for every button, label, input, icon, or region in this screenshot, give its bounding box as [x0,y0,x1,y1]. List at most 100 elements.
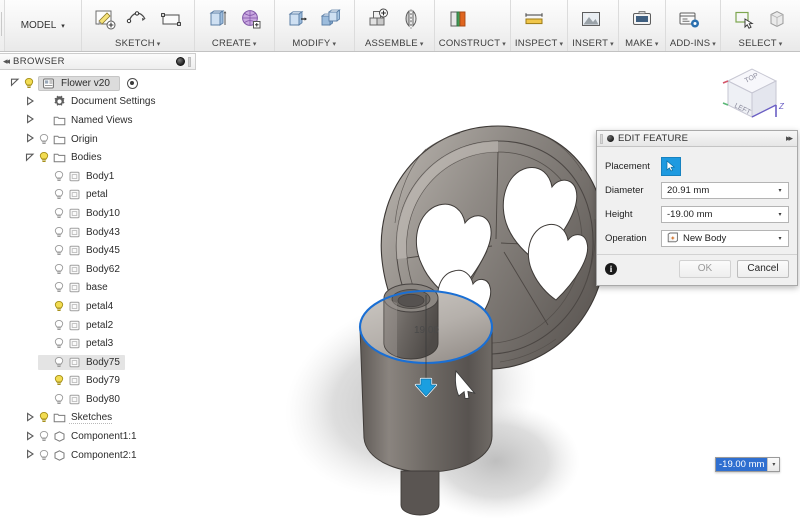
visibility-bulb-icon[interactable] [53,393,65,406]
tree-item-body75[interactable]: Body75 [0,353,196,372]
mirror-icon[interactable] [396,4,426,34]
tree-item-body62[interactable]: Body62 [0,260,196,279]
tree-item-petal2[interactable]: petal2 [0,316,196,335]
visibility-bulb-icon[interactable] [38,133,50,146]
browser-resize-grip[interactable] [188,57,191,67]
create-sketch-icon[interactable] [90,4,120,34]
tree-expander-icon[interactable] [25,114,35,126]
tree-item-body80[interactable]: Body80 [0,390,196,409]
ribbon-group-label-addins[interactable]: ADD-INS▾ [670,37,716,51]
tree-item-body45[interactable]: Body45 [0,241,196,260]
view-cube[interactable]: TOP LEFT Z [714,59,788,129]
ribbon-group-label-create[interactable]: CREATE▾ [199,37,270,51]
visibility-bulb-icon[interactable] [53,374,65,387]
tree-item-petal[interactable]: petal [0,186,196,205]
construct-plane-icon[interactable] [443,4,473,34]
tree-item-body10[interactable]: Body10 [0,204,196,223]
tree-item-petal3[interactable]: petal3 [0,334,196,353]
workspace-selector[interactable]: MODEL ▾ [5,0,82,51]
visibility-bulb-icon[interactable] [53,337,65,350]
tree-item-origin[interactable]: Origin [0,130,196,149]
combine-icon[interactable] [316,4,346,34]
ok-button[interactable]: OK [679,260,731,278]
dialog-title-bar[interactable]: EDIT FEATURE ▸▸ [597,131,797,147]
dialog-expand-icon[interactable]: ▸▸ [786,133,793,144]
edit-feature-dialog[interactable]: EDIT FEATURE ▸▸ Placement Diameter 20.91… [596,130,798,286]
canvas-viewport[interactable]: 19.00 [196,53,800,532]
visibility-bulb-icon[interactable] [38,449,50,462]
form-mesh-icon[interactable] [236,4,266,34]
visibility-bulb-icon[interactable] [53,188,65,201]
model-3d-render[interactable]: 19.00 [196,53,800,532]
tree-item-body79[interactable]: Body79 [0,372,196,391]
tree-item-component1[interactable]: Component1:1 [0,427,196,446]
visibility-bulb-icon[interactable] [53,170,65,183]
chevron-down-icon[interactable]: ▾ [767,458,779,471]
tree-item-root[interactable]: Flower v20 [0,74,196,93]
tree-item-body1[interactable]: Body1 [0,167,196,186]
tree-item-component2[interactable]: Component2:1 [0,446,196,465]
extrude-icon[interactable] [203,4,233,34]
dialog-menu-icon[interactable] [607,135,614,142]
make-3d-print-icon[interactable] [627,4,657,34]
tree-expander-icon[interactable] [25,412,35,424]
ribbon-group-label-insert[interactable]: INSERT▾ [572,37,614,51]
height-input[interactable]: -19.00 mm ▾ [661,206,789,223]
tree-expander-icon[interactable] [25,152,35,164]
ribbon-group-label-select[interactable]: SELECT▾ [725,37,796,51]
ribbon-group-label-make[interactable]: MAKE▾ [623,37,661,51]
sketch-rectangle-icon[interactable] [156,4,186,34]
activate-component-icon[interactable] [127,78,138,89]
collapse-panel-icon[interactable]: ◂◂ [3,56,8,67]
diameter-input[interactable]: 20.91 mm ▾ [661,182,789,199]
tree-item-bodies[interactable]: Bodies [0,148,196,167]
visibility-bulb-icon[interactable] [53,319,65,332]
visibility-bulb-icon[interactable] [38,411,50,424]
ribbon-group-label-assemble[interactable]: ASSEMBLE▾ [359,37,430,51]
browser-options-icon[interactable] [176,57,185,66]
select-body-icon[interactable] [762,4,792,34]
visibility-bulb-icon[interactable] [53,281,65,294]
root-node-chip[interactable]: Flower v20 [38,76,120,91]
visibility-bulb-icon[interactable] [53,263,65,276]
tree-item-petal4[interactable]: petal4 [0,297,196,316]
sketch-spline-icon[interactable] [123,4,153,34]
visibility-bulb-icon[interactable] [53,226,65,239]
chevron-down-icon[interactable]: ▾ [774,211,786,218]
info-icon[interactable]: i [605,263,617,275]
chevron-down-icon[interactable]: ▾ [774,187,786,194]
visibility-bulb-icon[interactable] [53,300,65,313]
ribbon-group-label-inspect[interactable]: INSPECT▾ [515,37,563,51]
measure-icon[interactable] [519,4,549,34]
visibility-bulb-icon[interactable] [53,244,65,257]
visibility-bulb-icon[interactable] [23,77,35,90]
dialog-drag-grip[interactable] [600,134,603,144]
operation-select[interactable]: New Body ▾ [661,230,789,247]
select-window-icon[interactable] [729,4,759,34]
tree-expander-icon[interactable] [10,77,20,89]
ribbon-group-label-modify[interactable]: MODIFY▾ [279,37,350,51]
cancel-button[interactable]: Cancel [737,260,789,278]
tree-expander-icon[interactable] [25,449,35,461]
ribbon-group-label-sketch[interactable]: SKETCH▾ [86,37,190,51]
visibility-bulb-icon[interactable] [38,430,50,443]
cursor-arrow-icon[interactable] [661,157,681,176]
tree-item-docsettings[interactable]: Document Settings [0,93,196,112]
visibility-bulb-icon[interactable] [38,151,50,164]
tree-item-body43[interactable]: Body43 [0,223,196,242]
tree-expander-icon[interactable] [25,133,35,145]
tree-expander-icon[interactable] [25,96,35,108]
tree-item-namedviews[interactable]: Named Views [0,111,196,130]
tree-item-sketches[interactable]: Sketches [0,409,196,428]
insert-mcmaster-icon[interactable] [576,4,606,34]
ribbon-group-label-construct[interactable]: CONSTRUCT▾ [439,37,506,51]
chevron-down-icon[interactable]: ▾ [774,235,786,242]
canvas-dimension-input[interactable]: -19.00 mm ▾ [715,457,780,472]
new-component-icon[interactable] [363,4,393,34]
visibility-bulb-icon[interactable] [53,356,65,369]
add-ins-scripts-icon[interactable] [674,4,704,34]
visibility-bulb-icon[interactable] [53,207,65,220]
press-pull-icon[interactable] [283,4,313,34]
canvas-dimension-value[interactable]: -19.00 mm [716,458,767,471]
tree-expander-icon[interactable] [25,431,35,443]
